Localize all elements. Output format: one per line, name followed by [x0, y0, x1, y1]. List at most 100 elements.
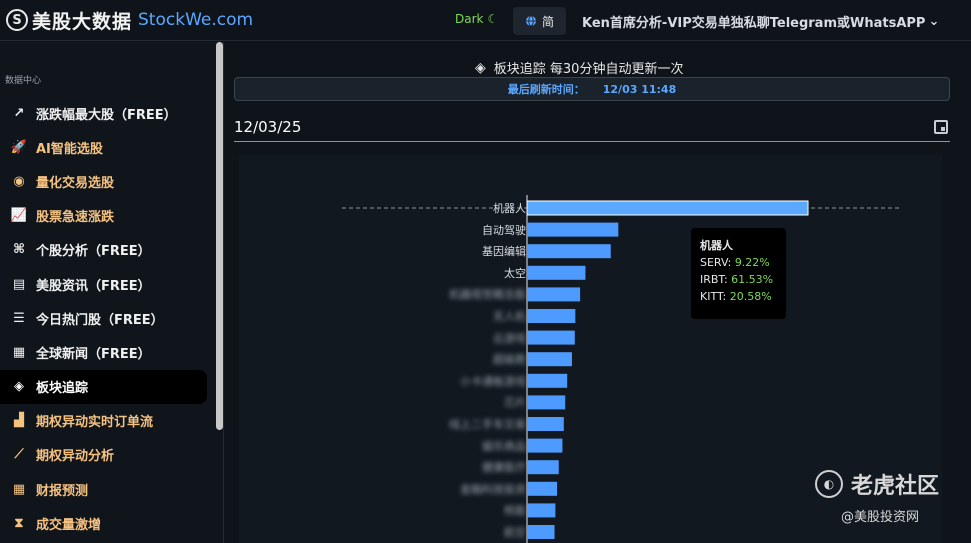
chart-bar[interactable] [527, 417, 564, 431]
date-value: 12/03/25 [234, 117, 302, 136]
chart-category-label: 机器视觉概念股 [449, 288, 526, 302]
sidebar-item-8[interactable]: ◈ 板块追踪 [0, 369, 207, 404]
brand-name: 美股大数据 [32, 10, 133, 33]
tooltip-row: KITT: 20.58% [700, 290, 772, 303]
chart-bar[interactable] [527, 265, 586, 280]
line-chart-icon: 📈 [10, 208, 28, 224]
news-icon: ▦ [12, 344, 26, 360]
section-title-text: 板块追踪 每30分钟自动更新一次 [493, 62, 684, 77]
tooltip-row: IRBT: 61.53% [700, 273, 774, 286]
sidebar-item-label: 全球新闻（FREE） [36, 346, 151, 362]
chart-bar[interactable] [527, 481, 558, 496]
chart-category-label: 娱乐商品 [482, 439, 526, 453]
chart-bar[interactable] [527, 352, 572, 367]
sidebar-item-label: 期权异动分析 [36, 449, 115, 465]
chevron-down-icon: ⌄ [928, 14, 940, 29]
calendar-icon[interactable] [934, 119, 948, 134]
sidebar-scrollbar[interactable] [216, 42, 223, 430]
chart-category-label: 航空 [504, 526, 526, 539]
chart-bar[interactable] [527, 287, 581, 302]
logo-mark-icon: S [6, 9, 28, 31]
chart-category-label: 小卡通板游戏 [460, 374, 526, 388]
trend-up-icon: ↗ [13, 105, 25, 121]
chart-category-label: 无人机 [493, 310, 526, 323]
layers-icon: ◈ [475, 59, 486, 76]
theme-label: Dark [455, 12, 484, 26]
hourglass-icon: ⧗ [14, 515, 24, 531]
sidebar-item-5[interactable]: ▤ 美股资讯（FREE） [0, 267, 210, 301]
refresh-bar: 最后刷新时间： 12/03 11:48 [234, 77, 950, 101]
sidebar-item-10[interactable]: ⟋ 期权异动分析 [0, 438, 210, 472]
sidebar-item-3[interactable]: 📈 股票急速涨跌 [0, 199, 210, 233]
chart-category-label: 线上二手车交易 [449, 418, 526, 431]
chart-bar[interactable] [527, 395, 566, 410]
sidebar-item-2[interactable]: ◉ 量化交易选股 [0, 164, 210, 198]
calendar-icon: ▦ [12, 481, 26, 497]
sidebar-item-7[interactable]: ▦ 全球新闻（FREE） [0, 335, 210, 369]
area-chart-icon: ▟ [14, 413, 24, 429]
sidebar-item-label: AI智能选股 [36, 141, 103, 157]
chart-line-icon: ⟋ [14, 447, 24, 463]
watermark: ◐ 老虎社区 @美股投资网 [815, 468, 939, 525]
sidebar-item-12[interactable]: ⧗ 成交量激增 [0, 506, 210, 540]
sidebar-item-label: 成交量激增 [36, 517, 102, 533]
chart-category-label: 云游戏 [493, 331, 526, 345]
robot-icon: ◉ [13, 173, 25, 189]
top-header: S 美股大数据 StockWe.com Dark ☾ 简 Ken首席分析-VIP… [0, 0, 971, 41]
sidebar-item-label: 量化交易选股 [36, 175, 115, 191]
language-button[interactable]: 简 [513, 7, 566, 35]
chart-category-label: 金融科技投资 [460, 482, 526, 496]
moon-icon: ☾ [487, 12, 499, 26]
date-picker[interactable]: 12/03/25 [234, 112, 950, 142]
tiger-logo-icon: ◐ [815, 470, 843, 498]
chart-bar[interactable] [527, 309, 576, 323]
tooltip-title: 机器人 [700, 239, 733, 252]
chart-tooltip: 机器人 SERV: 9.22% IRBT: 61.53% KITT: 20.58… [691, 228, 786, 319]
promo-dropdown[interactable]: Ken首席分析-VIP交易单独私聊Telegram或WhatsAPP ⌄ [582, 12, 939, 31]
refresh-label: 最后刷新时间： [507, 83, 585, 96]
chart-bar[interactable] [526, 200, 809, 216]
chart-category-label: 太空 [504, 266, 526, 280]
chart-bar[interactable] [527, 438, 563, 453]
sidebar-item-11[interactable]: ▦ 财报预测 [0, 472, 210, 506]
chart-bar[interactable] [527, 503, 556, 518]
chart-category-label: 自动驾驶 [482, 223, 526, 237]
newspaper-icon: ▤ [12, 276, 26, 292]
chart-bar[interactable] [527, 244, 611, 259]
promo-label: Ken首席分析-VIP交易单独私聊Telegram或WhatsAPP [582, 16, 926, 31]
sidebar-item-label: 个股分析（FREE） [36, 244, 151, 260]
sidebar-item-1[interactable]: 🚀 AI智能选股 [0, 130, 210, 164]
sidebar-item-label: 股票急速涨跌 [36, 210, 115, 226]
sidebar-item-4[interactable]: ⌘ 个股分析（FREE） [0, 233, 210, 267]
sidebar: 数据中心 ↗ 涨跌幅最大股（FREE） 🚀 AI智能选股 ◉ 量化交易选股 📈 股票急速涨跌 ⌘… [0, 42, 224, 543]
chart-category-label: 芯片 [504, 396, 526, 410]
sidebar-item-9[interactable]: ▟ 期权异动实时订单流 [0, 404, 210, 438]
sidebar-section-title: 数据中心 [5, 76, 42, 86]
chart-bar[interactable] [527, 460, 559, 475]
sidebar-item-0[interactable]: ↗ 涨跌幅最大股（FREE） [0, 96, 210, 130]
tooltip-row: SERV: 9.22% [700, 256, 770, 269]
list-icon: ☰ [13, 310, 25, 326]
logo[interactable]: S 美股大数据 StockWe.com [6, 7, 253, 34]
sidebar-item-label: 财报预测 [36, 483, 89, 499]
sidebar-item-6[interactable]: ☰ 今日热门股（FREE） [0, 301, 210, 335]
sidebar-item-label: 板块追踪 [36, 381, 89, 397]
layers-icon: ◈ [14, 379, 24, 395]
binoculars-icon: ⌘ [12, 242, 26, 258]
sidebar-menu: ↗ 涨跌幅最大股（FREE） 🚀 AI智能选股 ◉ 量化交易选股 📈 股票急速涨跌 ⌘ 个股分析（… [0, 96, 210, 540]
rocket-icon: 🚀 [10, 139, 28, 155]
chart-bar[interactable] [527, 330, 575, 345]
section-title: ◈ 板块追踪 每30分钟自动更新一次 [475, 58, 684, 78]
watermark-sub: @美股投资网 [841, 510, 920, 525]
chart-category-label: 健康医疗 [482, 461, 526, 475]
chart-bar[interactable] [527, 222, 619, 237]
chart-bar[interactable] [527, 525, 555, 539]
theme-toggle[interactable]: Dark ☾ [455, 12, 498, 26]
chart-bar[interactable] [527, 373, 568, 388]
language-label: 简 [541, 14, 554, 29]
chart-category-label: 机器人 [493, 202, 526, 215]
chart-category-label: 超级跑 [493, 353, 526, 367]
brand-domain: StockWe.com [138, 10, 254, 30]
sidebar-item-label: 今日热门股（FREE） [36, 312, 164, 328]
chart-category-label: 核能 [504, 504, 526, 518]
